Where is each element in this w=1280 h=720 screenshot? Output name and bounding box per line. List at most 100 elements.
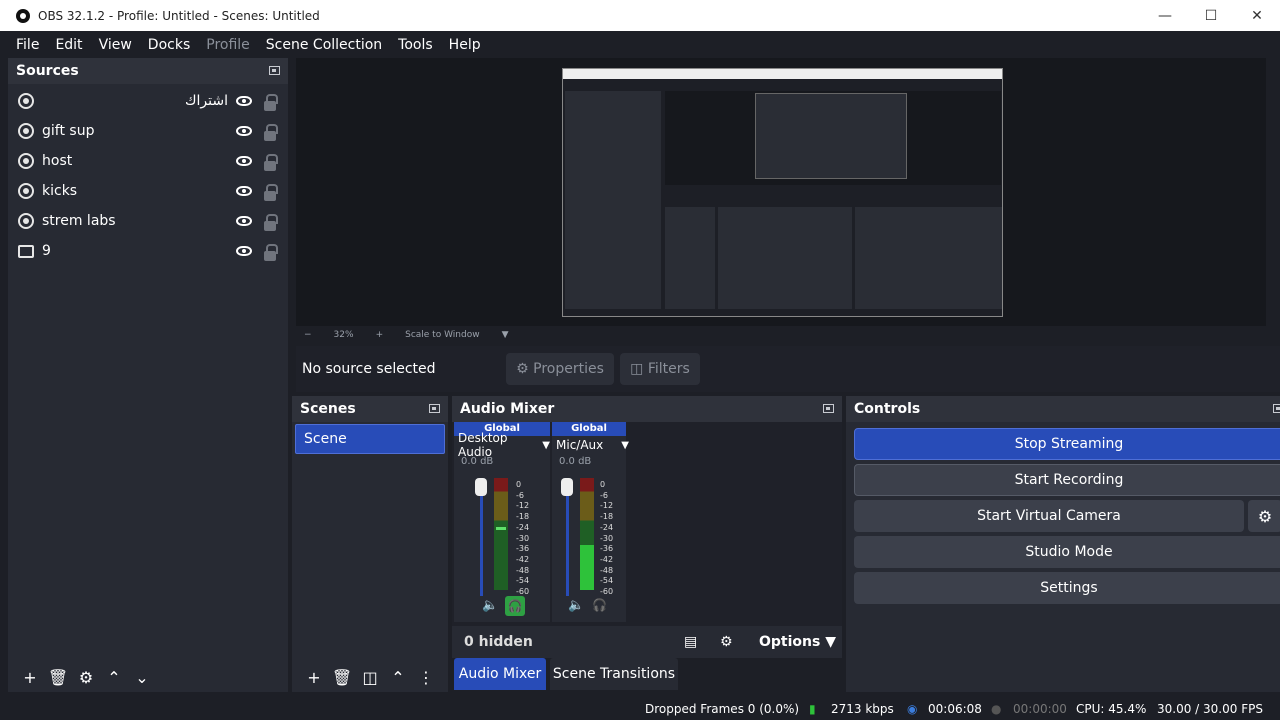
channel-name-dropdown[interactable]: Desktop Audio ▼ (454, 431, 550, 459)
menu-view[interactable]: View (91, 37, 140, 53)
chevron-up-icon[interactable]: ⌃ (384, 668, 412, 687)
eye-icon[interactable] (236, 186, 252, 196)
settings-button[interactable]: Settings (854, 572, 1280, 604)
streaming-icon: ◉ (907, 702, 918, 716)
sources-toolbar: + 🗑 ⚙ ⌃ ⌄ (8, 662, 288, 692)
start-virtual-camera-button[interactable]: Start Virtual Camera (854, 500, 1244, 532)
tab-scene-transitions[interactable]: Scene Transitions (550, 658, 678, 690)
layout-icon[interactable]: ▤ (684, 634, 697, 650)
tab-audio-mixer[interactable]: Audio Mixer (454, 658, 546, 690)
source-item[interactable]: host (8, 146, 288, 176)
add-icon[interactable]: + (16, 668, 44, 687)
undock-icon[interactable] (269, 66, 280, 75)
stop-streaming-button[interactable]: Stop Streaming (854, 428, 1280, 460)
source-item[interactable]: gift sup (8, 116, 288, 146)
menu-help[interactable]: Help (441, 37, 489, 53)
volume-handle[interactable] (561, 478, 573, 496)
menu-docks[interactable]: Docks (140, 37, 198, 53)
level-meter (494, 478, 508, 590)
speaker-icon[interactable]: 🔈 (482, 598, 498, 613)
close-icon[interactable]: ✕ (1234, 0, 1280, 31)
channel-name-dropdown[interactable]: Mic/Aux ▼ (552, 436, 629, 454)
preview-canvas[interactable] (296, 58, 1266, 326)
lock-icon[interactable] (264, 214, 278, 231)
audio-mixer-dock: Audio Mixer Global Desktop Audio ▼ 0.0 d… (452, 396, 842, 658)
scenes-dock: Scenes Scene + 🗑 ◫ ⌃ ⋮ (292, 396, 448, 692)
volume-handle[interactable] (475, 478, 487, 496)
headphones-icon[interactable]: 🎧 (592, 598, 607, 612)
scale-mode[interactable]: Scale to Window (405, 330, 479, 340)
scenes-title: Scenes (300, 401, 356, 417)
volume-slider[interactable] (566, 482, 569, 596)
controls-dock: Controls Stop Streaming Start Recording … (846, 396, 1280, 692)
sources-title: Sources (16, 63, 79, 79)
cpu-usage: CPU: 45.4% (1076, 702, 1147, 716)
scene-item[interactable]: Scene (295, 424, 445, 454)
lock-icon[interactable] (264, 124, 278, 141)
status-bar: Dropped Frames 0 (0.0%) ▮ 2713 kbps ◉ 00… (0, 698, 1280, 720)
record-time: 00:00:00 (1013, 702, 1067, 716)
trash-icon[interactable]: 🗑 (328, 668, 356, 687)
gear-icon[interactable]: ⚙ (1248, 500, 1280, 532)
properties-button[interactable]: ⚙ Properties (506, 353, 614, 385)
eye-icon[interactable] (236, 126, 252, 136)
minimize-icon[interactable]: — (1142, 0, 1188, 31)
source-item[interactable]: اشتراك (8, 86, 288, 116)
source-item[interactable]: kicks (8, 176, 288, 206)
undock-icon[interactable] (1273, 404, 1280, 413)
browser-icon (18, 93, 34, 109)
browser-icon (18, 213, 34, 229)
chevron-down-icon[interactable]: ⌄ (128, 668, 156, 687)
lock-icon[interactable] (264, 244, 278, 261)
source-item[interactable]: 9 (8, 236, 288, 266)
gear-icon[interactable]: ⚙ (720, 634, 733, 650)
properties-bar: No source selected ⚙ Properties ◫ Filter… (296, 346, 1280, 392)
menu-file[interactable]: File (8, 37, 47, 53)
menu-profile[interactable]: Profile (198, 37, 258, 53)
lock-icon[interactable] (264, 154, 278, 171)
filter-icon[interactable]: ◫ (356, 668, 384, 687)
zoom-out-icon[interactable]: − (304, 330, 312, 340)
source-label: kicks (42, 183, 78, 199)
controls-title: Controls (854, 401, 921, 417)
more-icon[interactable]: ⋮ (412, 668, 440, 687)
undock-icon[interactable] (429, 404, 440, 413)
hidden-count[interactable]: 0 hidden (464, 634, 533, 650)
options-button[interactable]: Options ▼ (759, 634, 836, 650)
menu-bar: File Edit View Docks Profile Scene Colle… (0, 31, 1280, 58)
menu-edit[interactable]: Edit (47, 37, 90, 53)
eye-icon[interactable] (236, 246, 252, 256)
audio-mixer-title: Audio Mixer (460, 401, 555, 417)
fps: 30.00 / 30.00 FPS (1157, 702, 1263, 716)
chevron-up-icon[interactable]: ⌃ (100, 668, 128, 687)
record-icon: ● (991, 702, 1002, 716)
menu-scene-collection[interactable]: Scene Collection (258, 37, 390, 53)
eye-icon[interactable] (236, 156, 252, 166)
maximize-icon[interactable]: ☐ (1188, 0, 1234, 31)
source-label: strem labs (42, 213, 116, 229)
eye-icon[interactable] (236, 216, 252, 226)
start-recording-button[interactable]: Start Recording (854, 464, 1280, 496)
source-item[interactable]: strem labs (8, 206, 288, 236)
zoom-in-icon[interactable]: + (376, 330, 384, 340)
meter-scale: 0 -6 -12 -18 -24 -30 -36 -42 -48 -54 -60 (600, 480, 614, 597)
lock-icon[interactable] (264, 184, 278, 201)
headphones-icon[interactable]: 🎧 (505, 596, 525, 616)
gear-icon[interactable]: ⚙ (72, 668, 100, 687)
mixer-channel: Global Desktop Audio ▼ 0.0 dB 0 -6 -12 -18-… (454, 422, 550, 622)
speaker-icon[interactable]: 🔈 (568, 598, 584, 613)
browser-icon (18, 123, 34, 139)
chevron-down-icon[interactable]: ▼ (502, 330, 509, 340)
eye-icon[interactable] (236, 96, 252, 106)
volume-db: 0.0 dB (559, 456, 592, 467)
window-titlebar: OBS 32.1.2 - Profile: Untitled - Scenes:… (0, 0, 1280, 31)
menu-tools[interactable]: Tools (390, 37, 441, 53)
add-icon[interactable]: + (300, 668, 328, 687)
trash-icon[interactable]: 🗑 (44, 668, 72, 687)
undock-icon[interactable] (823, 404, 834, 413)
filters-button[interactable]: ◫ Filters (620, 353, 700, 385)
studio-mode-button[interactable]: Studio Mode (854, 536, 1280, 568)
source-label: اشتراك (185, 93, 228, 109)
volume-slider[interactable] (480, 482, 483, 596)
lock-icon[interactable] (264, 94, 278, 111)
